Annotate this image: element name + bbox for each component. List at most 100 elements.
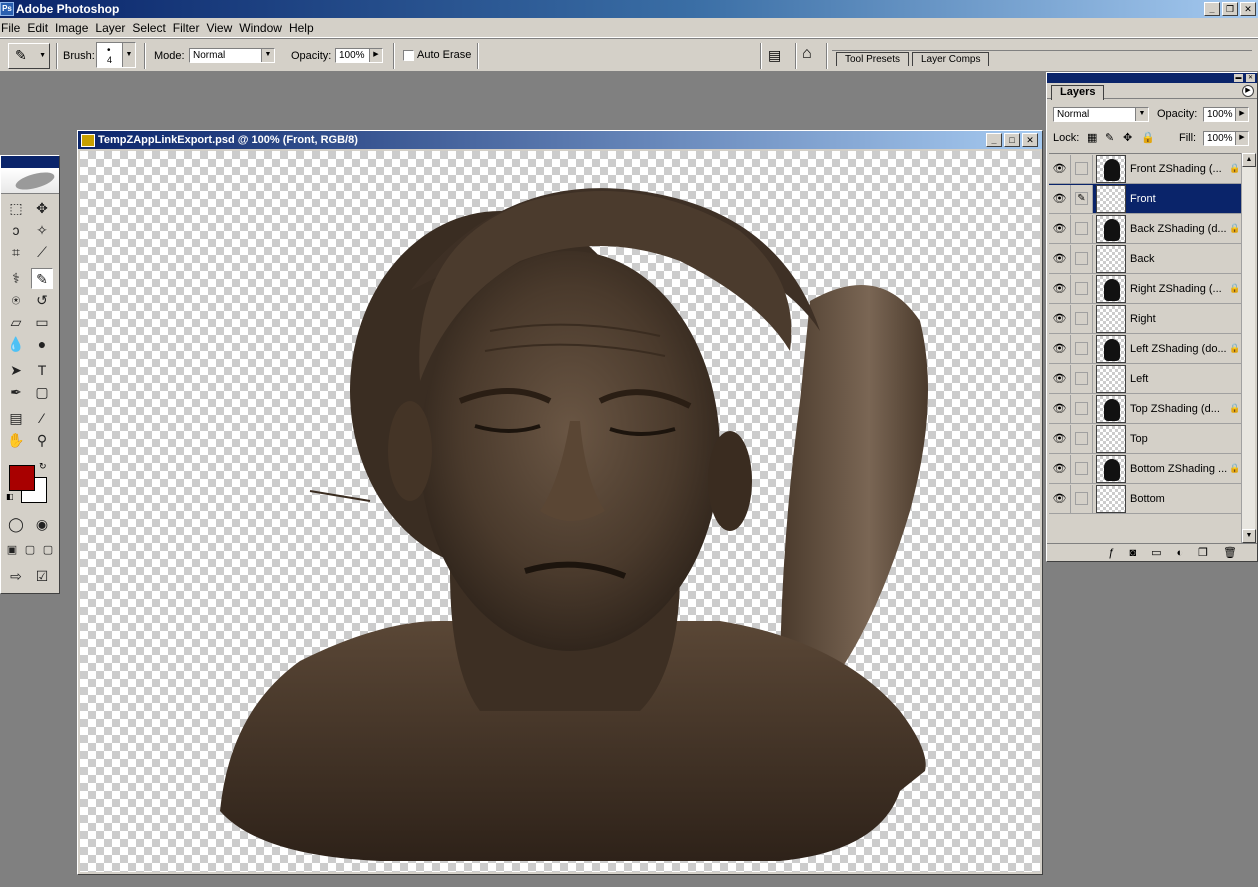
swap-colors-icon[interactable]: ↻ <box>39 461 47 472</box>
layer-style-icon[interactable]: ƒ <box>1108 547 1114 559</box>
layers-panel-title-bar[interactable]: ▬ ✕ <box>1047 73 1257 83</box>
default-colors-icon[interactable]: ◧ <box>6 492 14 501</box>
layer-link-cell[interactable] <box>1071 334 1093 363</box>
layer-row[interactable]: 👁 Front ZShading (... 🔒 <box>1049 154 1243 184</box>
visibility-eye-icon[interactable]: 👁 <box>1049 484 1071 513</box>
standard-screen-mode-icon[interactable]: ▣ <box>3 540 21 561</box>
document-title-bar[interactable]: TempZAppLinkExport.psd @ 100% (Front, RG… <box>78 131 1042 149</box>
brush-picker[interactable]: • 4 ▼ <box>96 42 136 68</box>
clone-stamp-tool[interactable]: ⍟ <box>5 290 27 311</box>
gradient-tool[interactable]: ▭ <box>31 312 53 333</box>
layer-link-cell[interactable] <box>1071 484 1093 513</box>
zoom-tool[interactable]: ⚲ <box>31 430 53 451</box>
visibility-eye-icon[interactable]: 👁 <box>1049 244 1071 273</box>
shape-tool[interactable]: ▢ <box>31 382 53 403</box>
notes-tool[interactable]: ▤ <box>5 408 27 429</box>
layer-link-cell[interactable] <box>1071 364 1093 393</box>
path-selection-tool[interactable]: ➤ <box>5 360 27 381</box>
new-group-icon[interactable]: ▭ <box>1151 546 1161 559</box>
lasso-tool[interactable]: ↄ <box>5 220 27 241</box>
layer-link-cell[interactable] <box>1071 394 1093 423</box>
panel-close-button[interactable]: ✕ <box>1246 74 1255 82</box>
doc-maximize-button[interactable]: □ <box>1004 133 1020 147</box>
layer-row[interactable]: 👁 Bottom ZShading ... 🔒 <box>1049 454 1243 484</box>
layer-link-cell[interactable] <box>1071 304 1093 333</box>
crop-tool[interactable]: ⌗ <box>5 242 27 263</box>
visibility-eye-icon[interactable]: 👁 <box>1049 304 1071 333</box>
delete-layer-icon[interactable]: 🗑 <box>1223 546 1237 559</box>
healing-brush-tool[interactable]: ⚕ <box>5 268 27 289</box>
menu-filter[interactable]: Filter <box>173 21 206 35</box>
visibility-eye-icon[interactable]: 👁 <box>1049 424 1071 453</box>
menu-help[interactable]: Help <box>289 21 320 35</box>
standard-mode-icon[interactable]: ◯ <box>5 514 27 535</box>
jump-to-imageready-icon[interactable]: ⇨ <box>5 566 27 587</box>
layer-row[interactable]: 👁 Bottom <box>1049 484 1243 514</box>
layer-opacity-field[interactable]: 100% ▶ <box>1203 107 1249 122</box>
layers-scrollbar[interactable]: ▲ ▼ <box>1241 153 1256 543</box>
foreground-color-swatch[interactable] <box>9 465 35 491</box>
minimize-button[interactable]: _ <box>1204 2 1220 16</box>
feather-logo[interactable] <box>1 168 59 194</box>
fill-field[interactable]: 100% ▶ <box>1203 131 1249 146</box>
tab-layers[interactable]: Layers <box>1051 85 1105 100</box>
lock-image-icon[interactable]: ✎ <box>1105 131 1114 144</box>
visibility-eye-icon[interactable]: 👁 <box>1049 454 1071 483</box>
tab-tool-presets[interactable]: Tool Presets <box>836 52 910 66</box>
auto-erase-checkbox[interactable] <box>403 50 414 61</box>
layer-link-cell[interactable] <box>1071 424 1093 453</box>
blend-mode-select[interactable]: Normal ▼ <box>1053 107 1149 122</box>
panel-minimize-button[interactable]: ▬ <box>1234 74 1243 82</box>
type-tool[interactable]: T <box>31 360 53 381</box>
restore-button[interactable]: ❐ <box>1222 2 1238 16</box>
menu-image[interactable]: Image <box>55 21 94 35</box>
edit-in-imageready-icon[interactable]: ☑ <box>31 566 53 587</box>
layer-row[interactable]: 👁 Right ZShading (... 🔒 <box>1049 274 1243 304</box>
menu-select[interactable]: Select <box>132 21 171 35</box>
lock-position-icon[interactable]: ✥ <box>1123 131 1132 144</box>
canvas[interactable] <box>80 151 1040 872</box>
layer-link-cell[interactable]: ✎ <box>1071 184 1093 213</box>
scroll-up-button[interactable]: ▲ <box>1242 153 1256 167</box>
visibility-eye-icon[interactable]: 👁 <box>1049 154 1071 183</box>
layer-link-cell[interactable] <box>1071 214 1093 243</box>
full-screen-mode-icon[interactable]: ▢ <box>39 540 57 561</box>
mode-select[interactable]: Normal ▼ <box>189 48 275 63</box>
panel-menu-button[interactable]: ▶ <box>1242 85 1254 97</box>
layer-row[interactable]: 👁 Back ZShading (d... 🔒 <box>1049 214 1243 244</box>
layer-link-cell[interactable] <box>1071 244 1093 273</box>
tab-layer-comps[interactable]: Layer Comps <box>912 52 990 66</box>
palette-well-icon[interactable]: ⌂ <box>802 45 812 63</box>
pen-tool[interactable]: ✒ <box>5 382 27 403</box>
layer-link-cell[interactable] <box>1071 454 1093 483</box>
layer-row[interactable]: 👁 Back <box>1049 244 1243 274</box>
adjustment-layer-icon[interactable]: ◐ <box>1177 547 1184 559</box>
full-screen-menu-mode-icon[interactable]: ▢ <box>21 540 39 561</box>
layer-row[interactable]: 👁 Left <box>1049 364 1243 394</box>
new-layer-icon[interactable]: ❐ <box>1198 546 1208 559</box>
lock-all-icon[interactable]: 🔒 <box>1141 131 1155 144</box>
visibility-eye-icon[interactable]: 👁 <box>1049 214 1071 243</box>
visibility-eye-icon[interactable]: 👁 <box>1049 334 1071 363</box>
doc-close-button[interactable]: ✕ <box>1022 133 1038 147</box>
slice-tool[interactable]: ⟋ <box>31 242 53 263</box>
history-brush-tool[interactable]: ↺ <box>31 290 53 311</box>
quick-mask-icon[interactable]: ◉ <box>31 514 53 535</box>
tool-preset-picker[interactable]: ✎ ▼ <box>8 43 50 69</box>
visibility-eye-icon[interactable]: 👁 <box>1049 274 1071 303</box>
opacity-field[interactable]: 100% ▶ <box>335 48 383 63</box>
magic-wand-tool[interactable]: ✧ <box>31 220 53 241</box>
visibility-eye-icon[interactable]: 👁 <box>1049 184 1071 213</box>
layer-row[interactable]: 👁 Left ZShading (do... 🔒 <box>1049 334 1243 364</box>
menu-layer[interactable]: Layer <box>95 21 131 35</box>
layer-row[interactable]: 👁 ✎ Front <box>1049 184 1243 214</box>
menu-window[interactable]: Window <box>239 21 288 35</box>
hand-tool[interactable]: ✋ <box>5 430 27 451</box>
lock-transparent-icon[interactable]: ▦ <box>1087 131 1097 144</box>
layer-row[interactable]: 👁 Top ZShading (d... 🔒 <box>1049 394 1243 424</box>
menu-edit[interactable]: Edit <box>27 21 54 35</box>
scroll-down-button[interactable]: ▼ <box>1242 529 1256 543</box>
layer-link-cell[interactable] <box>1071 154 1093 183</box>
eraser-tool[interactable]: ▱ <box>5 312 27 333</box>
menu-view[interactable]: View <box>206 21 238 35</box>
